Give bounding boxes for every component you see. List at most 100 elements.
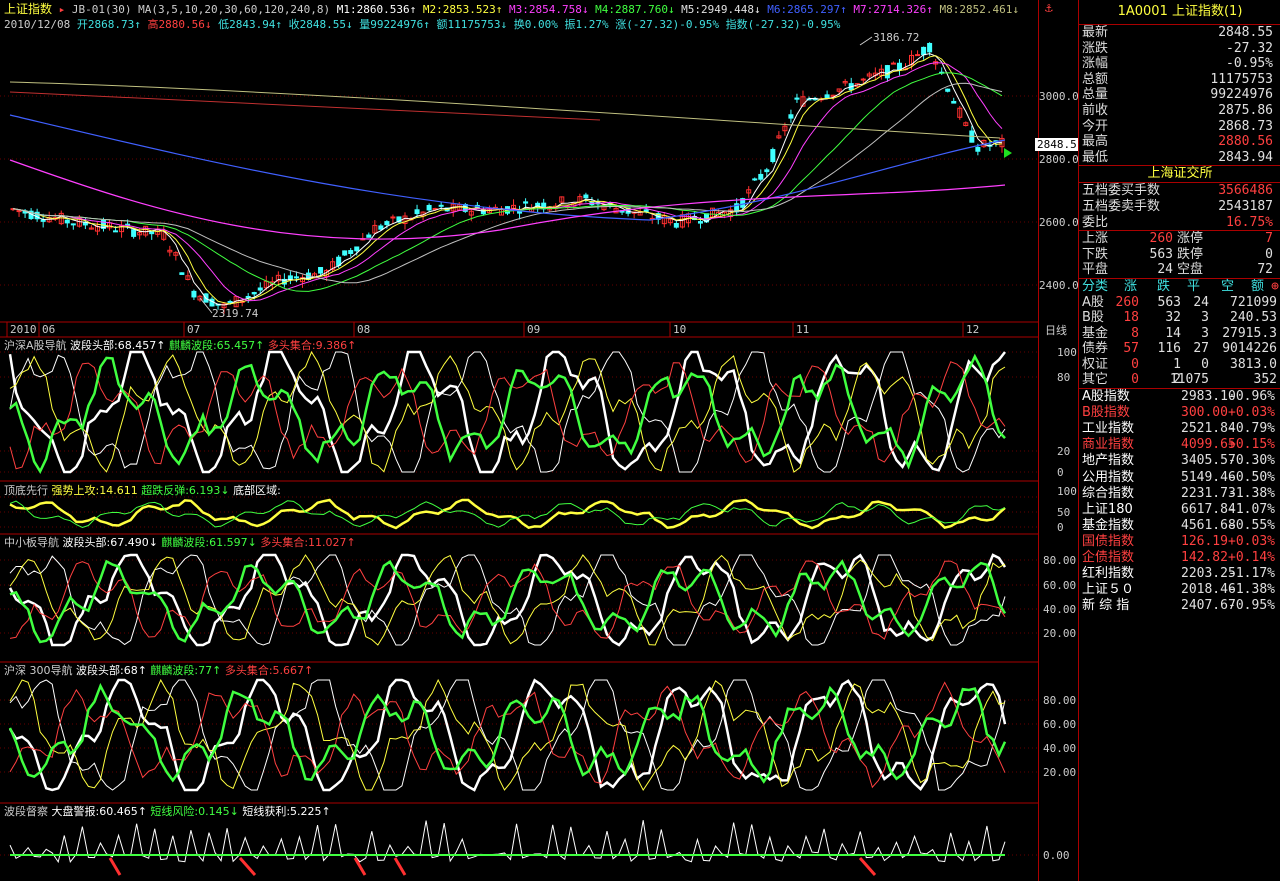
- index-name: 新 综 指: [1082, 598, 1130, 614]
- indicator-title[interactable]: 波段督察 大盘警报:60.465↑ 短线风险:0.145↓ 短线获利:5.225…: [4, 805, 331, 818]
- indicator-tick: 50: [1057, 506, 1071, 519]
- breadth-label: 平盘: [1082, 262, 1109, 278]
- index-row[interactable]: 地产指数 3405.57 -0.30%: [1079, 453, 1280, 469]
- ma-value: M3:2854.758↓: [502, 3, 589, 16]
- index-name: 商业指数: [1082, 437, 1135, 453]
- indicator-title[interactable]: 沪深 300导航 波段头部:68↑ 麒麟波段:77↑ 多头集合:5.667↑: [4, 664, 313, 677]
- current-price-tag: 2848.5: [1035, 138, 1079, 151]
- index-name: 工业指数: [1082, 421, 1135, 437]
- candle-body: [583, 194, 589, 199]
- quote-row: 最高 2880.56: [1079, 134, 1280, 150]
- period-label[interactable]: 日线: [1045, 324, 1067, 337]
- table-row[interactable]: B股 18 32 3 240.53: [1079, 310, 1280, 326]
- candle-body: [257, 287, 263, 291]
- chart-canvas[interactable]: [0, 0, 1038, 881]
- table-header-cell[interactable]: 额: [1251, 279, 1264, 295]
- candle-body: [70, 223, 76, 226]
- index-change: -1.07%: [1228, 501, 1275, 517]
- exchange-label: 上海证交所: [1079, 165, 1280, 184]
- ohlc-item: 额11175753↓: [429, 18, 508, 31]
- index-row[interactable]: 上证５０ 2018.46 -1.38%: [1079, 582, 1280, 598]
- index-row[interactable]: 新 综 指 2407.67 -0.95%: [1079, 598, 1280, 614]
- ohlc-item: 涨(-27.32)-0.95%: [608, 18, 719, 31]
- table-header-cell[interactable]: 空: [1221, 279, 1234, 295]
- breadth-value: 7: [1265, 231, 1273, 247]
- anchor-icon[interactable]: ⚓: [1045, 2, 1053, 15]
- date-axis-label: 06: [42, 323, 56, 336]
- index-row[interactable]: 工业指数 2521.84 -0.79%: [1079, 421, 1280, 437]
- candle-body: [884, 65, 890, 79]
- table-cell: 116: [1157, 341, 1181, 357]
- candle-body: [384, 221, 390, 226]
- table-row[interactable]: 债券 57 116 27 9014226: [1079, 341, 1280, 357]
- table-row[interactable]: 基金 8 14 3 27915.3: [1079, 326, 1280, 342]
- candle-body: [354, 246, 360, 252]
- index-row[interactable]: 上证180 6617.84 -1.07%: [1079, 502, 1280, 518]
- index-row[interactable]: 国债指数 126.19 +0.03%: [1079, 534, 1280, 550]
- candle-body: [824, 94, 830, 99]
- indicator-info: JB-01(30) MA(3,5,10,20,30,60,120,240,8): [71, 3, 331, 16]
- indicator-value: 短线风险:0.145↓: [150, 805, 243, 818]
- ohlc-item: 开2868.73↑: [70, 18, 141, 31]
- table-header-cell[interactable]: 涨: [1124, 279, 1137, 295]
- price-tick: 2600.0: [1039, 216, 1079, 229]
- ohlc-item: 量99224976↑: [352, 18, 430, 31]
- breadth-label: 涨停: [1177, 231, 1204, 247]
- date-axis-label: 2010: [10, 323, 37, 336]
- indicator-title[interactable]: 中小板导航 波段头部:67.490↓ 麒麟波段:61.597↓ 多头集合:11.…: [4, 536, 356, 549]
- chart-area[interactable]: 上证指数 ▸ JB-01(30) MA(3,5,10,20,30,60,120,…: [0, 0, 1038, 881]
- value-axis: ⚓ 3000.0 2800.0 2600.0 2400.0 2848.5 日线 100…: [1035, 0, 1079, 881]
- index-name[interactable]: 上证指数: [4, 2, 52, 16]
- breadth-label: 空盘: [1177, 262, 1204, 278]
- indicator-title[interactable]: 顶底先行 强势上攻:14.611 超跌反弹:6.193↓ 底部区域:: [4, 484, 281, 497]
- date-axis-label: 07: [187, 323, 201, 336]
- indicator-line: [9, 560, 1006, 640]
- table-cell: 0: [1131, 356, 1139, 372]
- index-name: 公用指数: [1082, 469, 1135, 485]
- candle-body: [414, 209, 420, 215]
- table-cell: A股: [1082, 294, 1104, 310]
- table-cell: 260: [1115, 294, 1139, 310]
- index-change: +0.03%: [1228, 405, 1275, 421]
- indicator-tick: 20.00: [1043, 766, 1077, 779]
- table-header-cell[interactable]: 跌: [1157, 279, 1170, 295]
- index-change: -0.79%: [1228, 421, 1275, 437]
- quote-value: 2843.94: [1218, 149, 1273, 165]
- table-header-cell[interactable]: 平: [1187, 279, 1200, 295]
- index-row[interactable]: 公用指数 5149.46 -0.50%: [1079, 470, 1280, 486]
- play-icon[interactable]: ▸: [59, 3, 66, 16]
- indicator-tick: 60.00: [1043, 718, 1077, 731]
- index-name: B股指数: [1082, 405, 1130, 421]
- indicator-name: 沪深A股导航: [4, 339, 71, 352]
- index-name: 基金指数: [1082, 517, 1135, 533]
- index-row[interactable]: 商业指数 4099.65 +0.15%: [1079, 437, 1280, 453]
- index-name: 上证５０: [1082, 582, 1135, 598]
- table-row[interactable]: A股 260 563 24 721099: [1079, 295, 1280, 311]
- indicator-value: 麒麟波段:65.457↑: [168, 339, 268, 352]
- indicator-title[interactable]: 沪深A股导航 波段头部:68.457↑ 麒麟波段:65.457↑ 多头集合:9.…: [4, 339, 356, 352]
- index-change: -1.17%: [1228, 566, 1275, 582]
- index-row[interactable]: B股指数 300.00 +0.03%: [1079, 405, 1280, 421]
- table-cell: 18: [1123, 310, 1139, 326]
- quote-label: 最高: [1082, 134, 1109, 150]
- candle-body: [113, 230, 119, 233]
- candle-body: [523, 201, 529, 204]
- expand-icon[interactable]: ⊕: [1271, 279, 1279, 295]
- index-row[interactable]: 企债指数 142.82 +0.14%: [1079, 550, 1280, 566]
- breadth-row: 上涨 260 涨停 7: [1079, 231, 1280, 247]
- index-row[interactable]: A股指数 2983.10 -0.96%: [1079, 389, 1280, 405]
- index-row[interactable]: 红利指数 2203.25 -1.17%: [1079, 566, 1280, 582]
- candle-body: [697, 221, 703, 224]
- table-header-cell[interactable]: 分类: [1082, 279, 1108, 295]
- candle-body: [921, 46, 927, 56]
- table-row[interactable]: 其它 0 2 11075 352: [1079, 372, 1280, 388]
- breadth-value: 260: [1149, 231, 1173, 247]
- index-row[interactable]: 基金指数 4561.68 -0.55%: [1079, 518, 1280, 534]
- index-name: 国债指数: [1082, 533, 1135, 549]
- quote-value: 16.75%: [1226, 214, 1273, 230]
- category-table: 分类涨 跌 平 空 额 ⊕ A股 260 563 24 721099 B股 18 32 3 240.53 基金 8…: [1079, 277, 1280, 388]
- candle-body: [390, 216, 396, 219]
- quote-value: 2875.86: [1218, 102, 1273, 118]
- index-row[interactable]: 综合指数 2231.73 -1.38%: [1079, 486, 1280, 502]
- table-row[interactable]: 权证 0 1 0 3813.0: [1079, 357, 1280, 373]
